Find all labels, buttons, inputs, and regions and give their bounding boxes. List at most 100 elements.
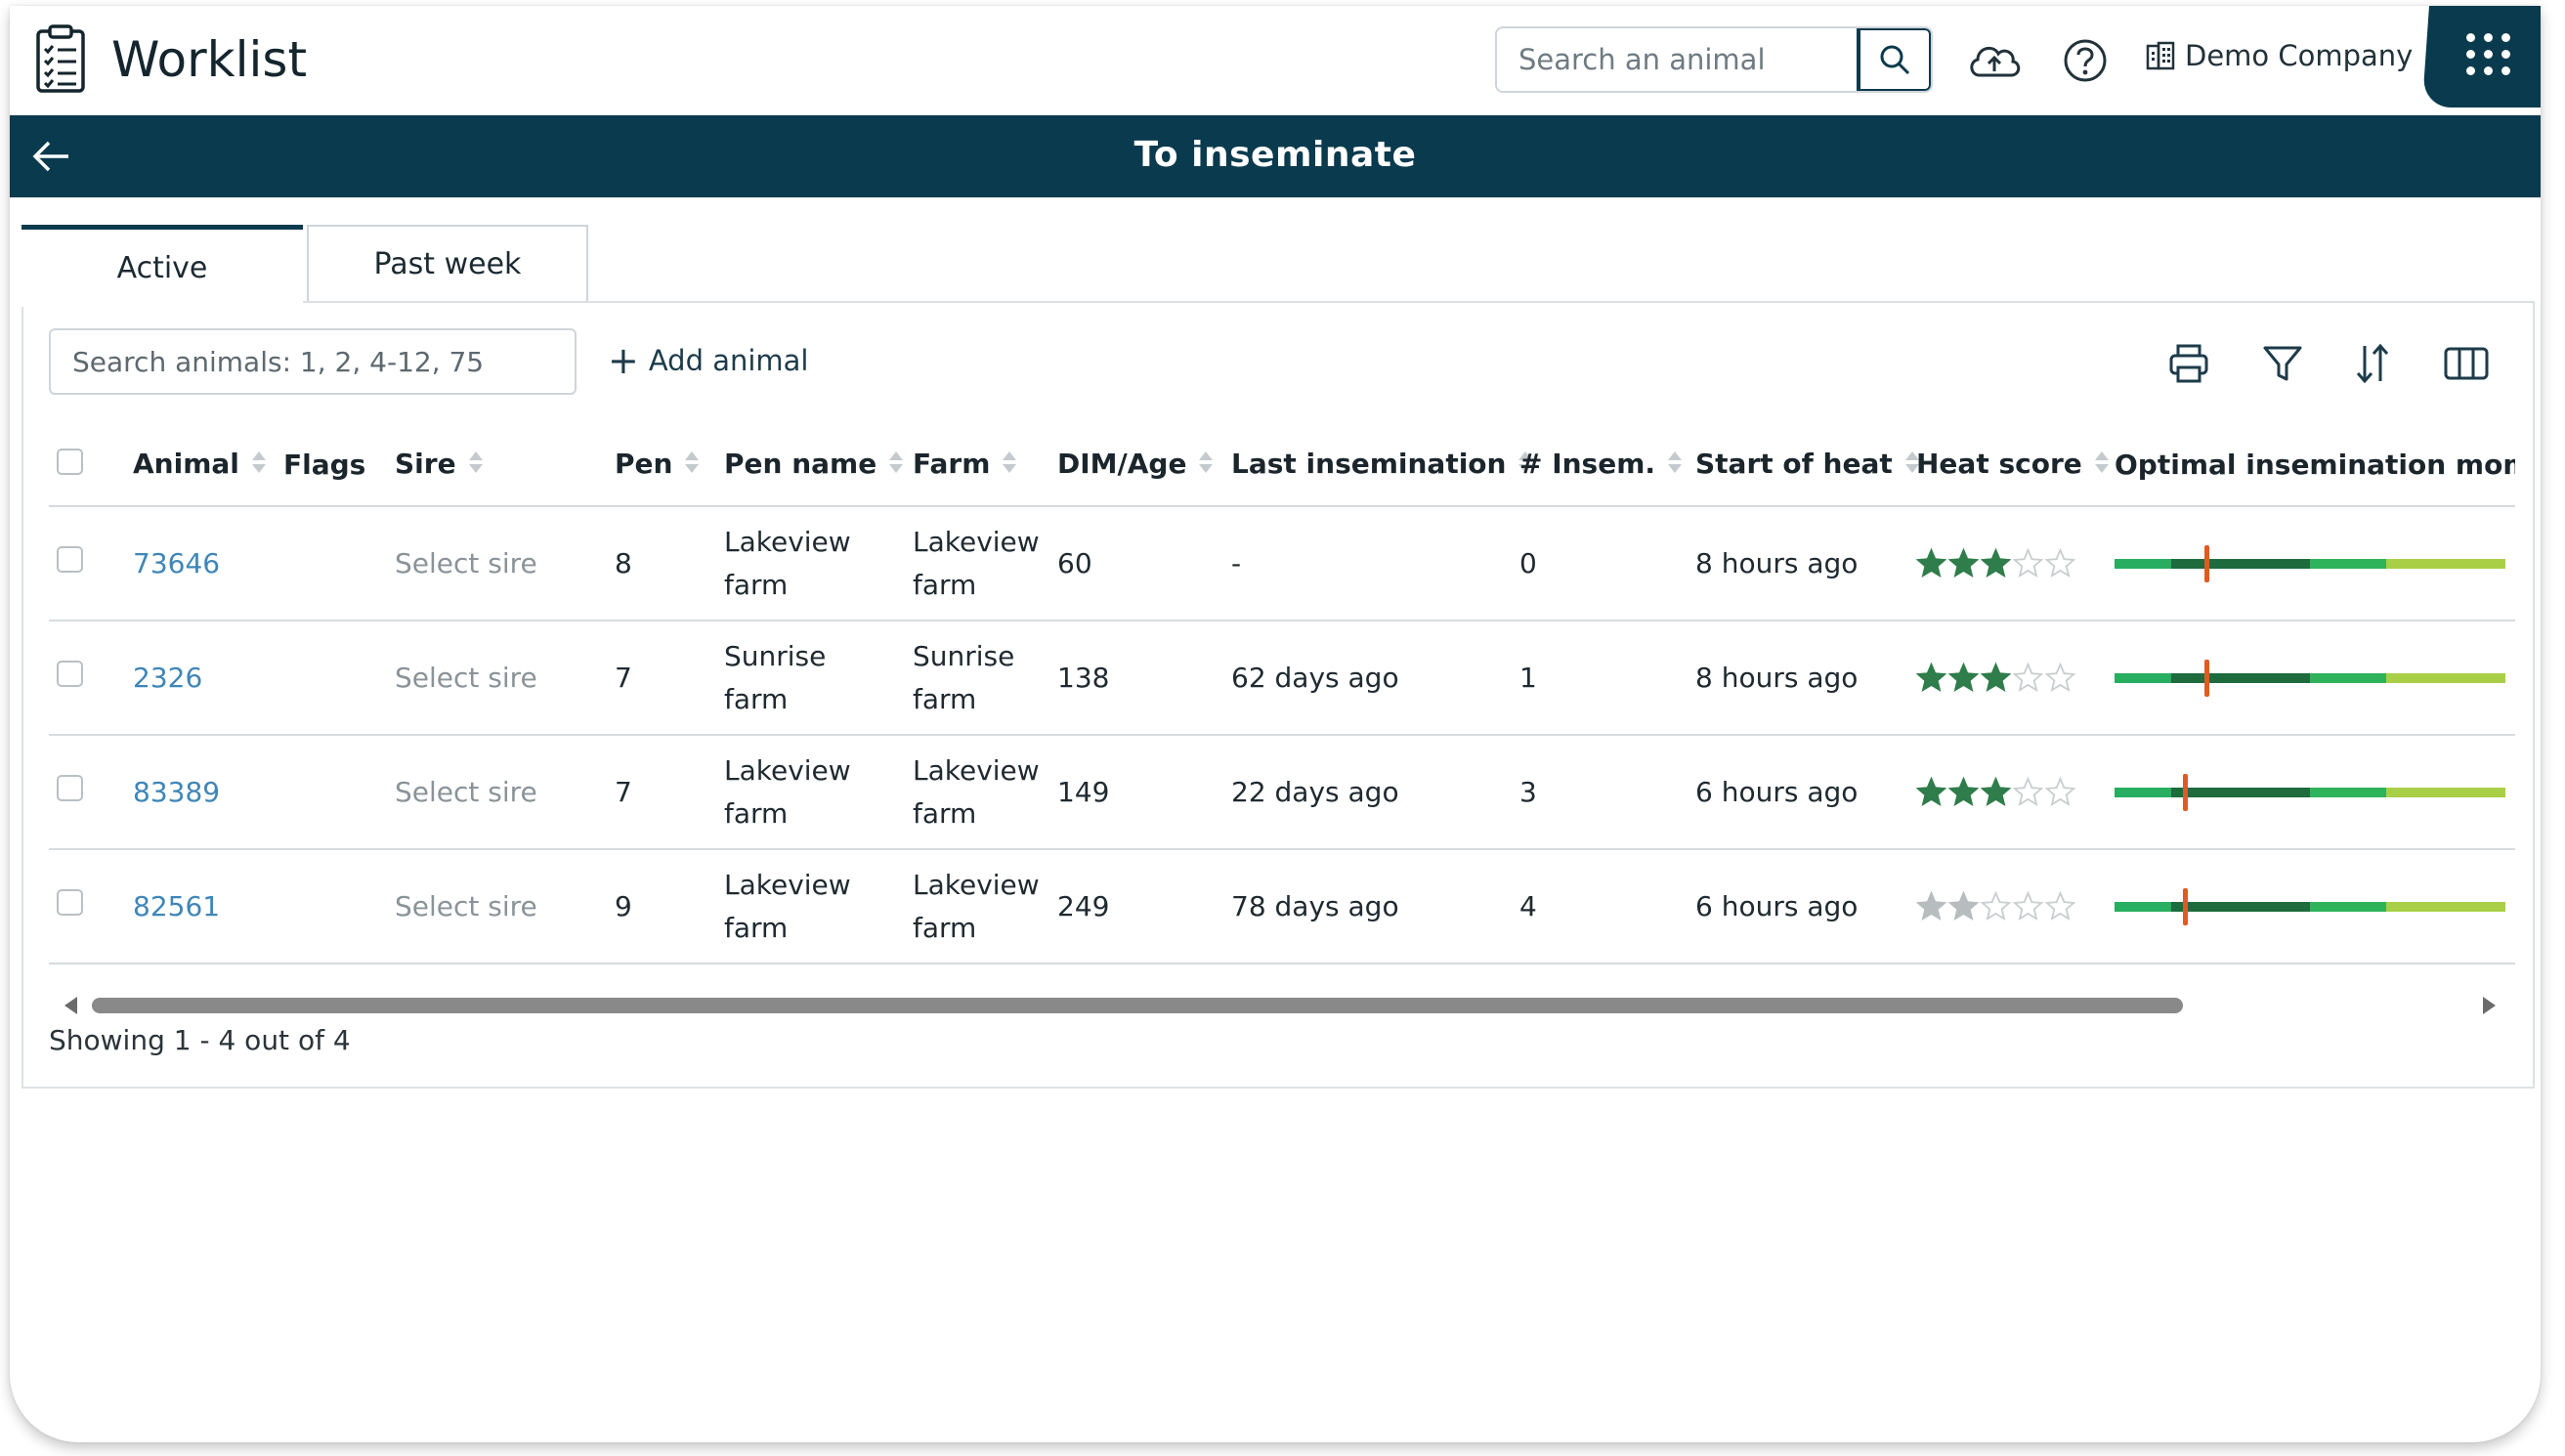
page-title-bar: To inseminate (10, 115, 2541, 197)
table-row[interactable]: 82561 Select sire 9 Lakeview farm Lakevie… (49, 849, 2515, 964)
select-sire[interactable]: Select sire (395, 547, 537, 579)
sire-cell[interactable]: Select sire (395, 506, 615, 621)
animal-filter-input[interactable] (49, 328, 577, 395)
heat-score-stars (1916, 891, 2115, 921)
animal-link[interactable]: 82561 (133, 890, 220, 922)
add-animal-button[interactable]: + Add animal (608, 342, 809, 379)
cloud-sync-button[interactable] (1964, 35, 2025, 84)
col-sire[interactable]: Sire (395, 424, 615, 507)
cloud-upload-icon (1970, 46, 2021, 77)
col-insem-count[interactable]: # Insem. (1519, 424, 1695, 507)
insem-count-cell: 4 (1519, 849, 1695, 964)
sort-icon (888, 450, 904, 482)
top-bar: Worklist Search an animal Demo Company (10, 6, 2541, 115)
star-empty-icon (2045, 891, 2075, 921)
start-of-heat-cell: 6 hours ago (1695, 735, 1916, 850)
star-filled-icon (1948, 777, 1979, 807)
clipboard-icon (36, 24, 85, 93)
last-insemination-cell: 78 days ago (1231, 849, 1519, 964)
select-sire[interactable]: Select sire (395, 662, 537, 694)
animal-link[interactable]: 73646 (133, 547, 220, 579)
star-filled-icon (1981, 663, 2011, 693)
pen-cell: 7 (615, 735, 724, 850)
pen-name-cell: Lakeview farm (724, 735, 913, 850)
table-row[interactable]: 83389 Select sire 7 Lakeview farm Lakevie… (49, 735, 2515, 850)
select-sire[interactable]: Select sire (395, 890, 537, 922)
pagination-summary: Showing 1 - 4 out of 4 (49, 1024, 351, 1056)
tab-active[interactable]: Active (21, 225, 303, 307)
row-checkbox[interactable] (57, 774, 83, 801)
scrollbar-thumb[interactable] (92, 998, 2183, 1013)
app-window: Worklist Search an animal Demo Company T… (10, 6, 2541, 1442)
table-row[interactable]: 73646 Select sire 8 Lakeview farm Lakevie… (49, 506, 2515, 621)
table-row[interactable]: 2326 Select sire 7 Sunrise farm Sunrise fa… (49, 621, 2515, 736)
filter-button[interactable] (2255, 336, 2310, 391)
farm-cell: Sunrise farm (913, 621, 1057, 736)
star-empty-icon (2013, 891, 2043, 921)
print-icon (2169, 344, 2208, 383)
col-start-of-heat[interactable]: Start of heat (1695, 424, 1919, 507)
columns-button[interactable] (2439, 336, 2494, 391)
animal-cell[interactable]: 82561 (133, 849, 283, 964)
dim-age-cell: 138 (1057, 621, 1231, 736)
horizontal-scrollbar[interactable] (49, 989, 2515, 1024)
star-filled-icon (1948, 548, 1979, 578)
animal-link[interactable]: 2326 (133, 662, 202, 694)
company-selector[interactable]: Demo Company (2146, 39, 2413, 72)
scroll-right-arrow-icon[interactable] (2483, 997, 2496, 1014)
pen-cell: 7 (615, 621, 724, 736)
heat-score-stars (1916, 777, 2115, 807)
farm-cell: Lakeview farm (913, 735, 1057, 850)
sire-cell[interactable]: Select sire (395, 849, 615, 964)
help-button[interactable] (2062, 37, 2109, 84)
search-button[interactable] (1857, 28, 1931, 91)
optimal-moment-bar (2115, 544, 2505, 582)
animal-cell[interactable]: 83389 (133, 735, 283, 850)
animal-cell[interactable]: 2326 (133, 621, 283, 736)
print-button[interactable] (2161, 336, 2216, 391)
start-of-heat-cell: 8 hours ago (1695, 621, 1916, 736)
tab-past-week[interactable]: Past week (307, 225, 588, 303)
last-insemination-cell: 22 days ago (1231, 735, 1519, 850)
heat-score-cell (1916, 735, 2115, 850)
star-filled-icon (1916, 548, 1946, 578)
sort-icon (1667, 450, 1683, 482)
sort-icon (468, 450, 484, 482)
optimal-moment-bar (2115, 659, 2505, 697)
row-checkbox[interactable] (57, 660, 83, 687)
heat-score-cell (1916, 849, 2115, 964)
sire-cell[interactable]: Select sire (395, 735, 615, 850)
heat-score-stars (1916, 663, 2115, 693)
row-select-cell (49, 506, 133, 621)
sort-button[interactable] (2345, 336, 2400, 391)
animal-link[interactable]: 83389 (133, 776, 220, 808)
select-sire[interactable]: Select sire (395, 776, 537, 808)
col-last-insemination[interactable]: Last insemination (1231, 424, 1533, 507)
farm-cell: Lakeview farm (913, 849, 1057, 964)
col-flags: Flags (283, 424, 395, 507)
table-header: Animal Flags Sire Pen Pen name Farm DIM/… (49, 424, 2515, 507)
row-checkbox[interactable] (57, 545, 83, 573)
sire-cell[interactable]: Select sire (395, 621, 615, 736)
pen-name-cell: Lakeview farm (724, 506, 913, 621)
scroll-left-arrow-icon[interactable] (64, 997, 77, 1014)
select-all-checkbox[interactable] (57, 448, 83, 475)
animal-search-input[interactable] (1497, 28, 1855, 91)
insem-count-cell: 0 (1519, 506, 1695, 621)
row-checkbox[interactable] (57, 888, 83, 916)
star-filled-icon (1916, 663, 1946, 693)
star-filled-icon (1981, 777, 2011, 807)
dim-age-cell: 60 (1057, 506, 1231, 621)
animal-cell[interactable]: 73646 (133, 506, 283, 621)
col-optimal-moment: Optimal insemination moment (2115, 424, 2515, 507)
star-empty-icon (2045, 777, 2075, 807)
optimal-moment-bar (2115, 887, 2505, 925)
col-dim-age[interactable]: DIM/Age (1057, 424, 1231, 507)
col-heat-score[interactable]: Heat score (1916, 424, 2115, 507)
sort-icon (2356, 343, 2389, 384)
optimal-moment-cell (2115, 735, 2515, 850)
col-farm[interactable]: Farm (913, 424, 1057, 507)
col-animal[interactable]: Animal (133, 424, 283, 507)
col-pen-name[interactable]: Pen name (724, 424, 913, 507)
col-pen[interactable]: Pen (615, 424, 724, 507)
